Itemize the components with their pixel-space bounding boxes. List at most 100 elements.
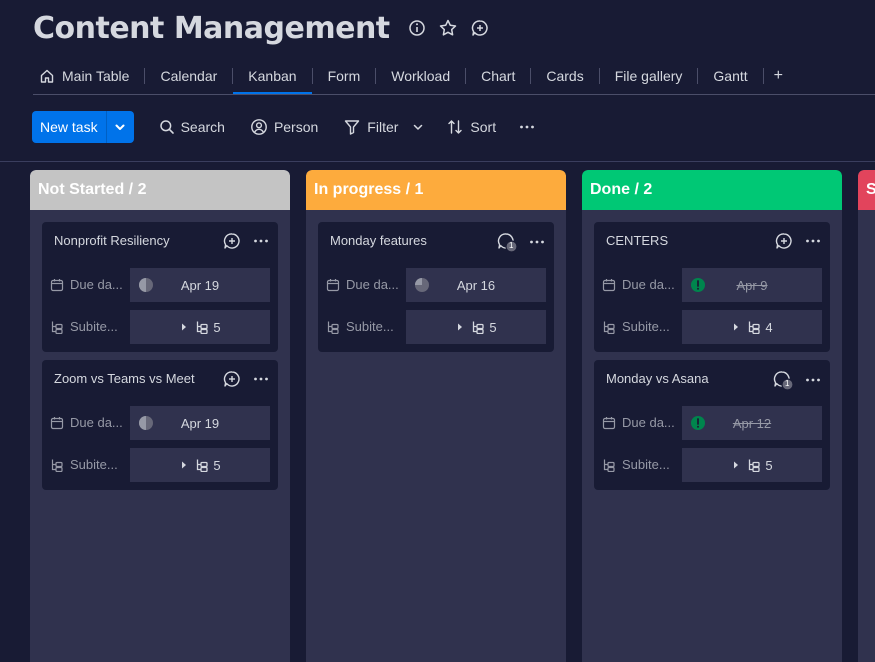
subitems-cell[interactable]: 5 [130, 310, 270, 344]
updates-icon[interactable]: 1 [772, 369, 794, 391]
sort-label: Sort [470, 119, 497, 135]
subitems-cell[interactable]: 5 [682, 448, 822, 482]
card-title[interactable]: CENTERS [606, 233, 668, 248]
subitems-count: 4 [765, 319, 773, 335]
due-date-cell[interactable]: Apr 9 [682, 268, 822, 302]
due-date-cell[interactable]: Apr 19 [130, 268, 270, 302]
more-horizontal-icon[interactable] [804, 371, 822, 389]
subitems-icon [747, 458, 761, 472]
tab-kanban[interactable]: Kanban [233, 58, 312, 94]
title-row: Content Management [33, 10, 490, 46]
sort-button[interactable]: Sort [446, 111, 496, 143]
new-task-button[interactable]: New task [32, 111, 106, 143]
more-horizontal-icon[interactable] [804, 232, 822, 250]
due-date-label: Due da... [602, 277, 675, 292]
subitems-icon [602, 320, 616, 334]
subitems-label: Subite... [50, 319, 118, 334]
tab-file-gallery[interactable]: File gallery [600, 58, 698, 94]
tab-main-table[interactable]: Main Table [33, 58, 144, 94]
column-header[interactable]: Not Started / 2 [30, 170, 290, 210]
card-title[interactable]: Zoom vs Teams vs Meet [54, 371, 195, 386]
kanban-card[interactable]: Monday features 1 Due da... Apr 16 Subit… [318, 222, 554, 352]
tab-gantt[interactable]: Gantt [698, 58, 762, 94]
due-date-value: Apr 9 [736, 277, 768, 293]
due-date-label-text: Due da... [70, 415, 123, 430]
tab-chart[interactable]: Chart [466, 58, 530, 94]
due-date-label: Due da... [50, 415, 123, 430]
tab-cards[interactable]: Cards [531, 58, 598, 94]
more-horizontal-icon[interactable] [252, 370, 270, 388]
column-header[interactable]: S [858, 170, 875, 210]
board-divider [0, 161, 875, 162]
expand-arrow-icon [179, 460, 189, 470]
search-label: Search [180, 119, 225, 135]
add-update-icon[interactable] [774, 231, 794, 251]
search-button[interactable]: Search [159, 111, 225, 143]
subitems-cell[interactable]: 5 [406, 310, 546, 344]
due-date-label-text: Due da... [622, 277, 675, 292]
kanban-card[interactable]: Monday vs Asana 1 Due da... Apr 12 Subit… [594, 360, 830, 490]
subitems-count: 5 [489, 319, 497, 335]
column-header[interactable]: In progress / 1 [306, 170, 566, 210]
person-label: Person [273, 119, 319, 135]
add-update-icon[interactable] [222, 369, 242, 389]
subitems-count: 5 [765, 457, 773, 473]
card-title[interactable]: Nonprofit Resiliency [54, 233, 170, 248]
card-title[interactable]: Monday vs Asana [606, 371, 709, 386]
updates-icon[interactable]: 1 [496, 231, 518, 253]
subitems-icon [195, 458, 209, 472]
tab-label: Workload [391, 68, 451, 84]
tab-label: Kanban [248, 68, 297, 84]
due-date-value: Apr 19 [180, 277, 220, 293]
column-title: In progress / 1 [314, 181, 424, 198]
update-count-badge: 1 [509, 241, 514, 250]
kanban-card[interactable]: CENTERS Due da... Apr 9 Subite... 4 [594, 222, 830, 352]
add-update-icon[interactable] [470, 18, 490, 38]
kanban-card[interactable]: Zoom vs Teams vs Meet Due da... Apr 19 S… [42, 360, 278, 490]
subitems-cell[interactable]: 4 [682, 310, 822, 344]
person-icon [250, 118, 268, 136]
overdue-alert-icon [690, 415, 706, 431]
card-title[interactable]: Monday features [330, 233, 427, 248]
filter-label: Filter [367, 119, 399, 135]
new-task-split-button: New task [32, 111, 134, 143]
column-header[interactable]: Done / 2 [582, 170, 842, 210]
due-date-cell[interactable]: Apr 12 [682, 406, 822, 440]
due-date-label-text: Due da... [346, 277, 399, 292]
kanban-column-done: Done / 2 CENTERS Due da... Apr 9 Subite.… [582, 170, 842, 662]
due-date-label: Due da... [326, 277, 399, 292]
subitems-label-text: Subite... [622, 319, 670, 334]
filter-button[interactable]: Filter [343, 111, 424, 143]
more-horizontal-icon[interactable] [528, 233, 546, 251]
subitems-cell[interactable]: 5 [130, 448, 270, 482]
tab-calendar[interactable]: Calendar [145, 58, 232, 94]
more-options-button[interactable] [518, 111, 536, 143]
subitems-label: Subite... [50, 457, 118, 472]
tab-form[interactable]: Form [313, 58, 376, 94]
expand-arrow-icon [179, 322, 189, 332]
column-title: Not Started / 2 [38, 181, 147, 198]
due-date-cell[interactable]: Apr 16 [406, 268, 546, 302]
add-update-icon[interactable] [222, 231, 242, 251]
search-icon [159, 119, 175, 135]
due-date-cell[interactable]: Apr 19 [130, 406, 270, 440]
due-date-value: Apr 16 [456, 277, 496, 293]
subitems-icon [326, 320, 340, 334]
chevron-down-icon[interactable] [412, 121, 424, 133]
card-actions [222, 369, 270, 389]
subitems-count: 5 [213, 457, 221, 473]
column-title: S [866, 181, 875, 198]
more-horizontal-icon[interactable] [252, 232, 270, 250]
due-date-value: Apr 19 [180, 415, 220, 431]
star-icon[interactable] [438, 18, 458, 38]
tab-workload[interactable]: Workload [376, 58, 465, 94]
subitems-label: Subite... [602, 457, 670, 472]
add-view-button[interactable]: + [764, 58, 793, 94]
overdue-alert-icon [690, 277, 706, 293]
person-filter-button[interactable]: Person [250, 111, 318, 143]
tab-label: Gantt [713, 68, 748, 84]
page-title[interactable]: Content Management [33, 11, 390, 46]
kanban-card[interactable]: Nonprofit Resiliency Due da... Apr 19 Su… [42, 222, 278, 352]
info-icon[interactable] [408, 19, 426, 37]
new-task-dropdown[interactable] [105, 111, 134, 143]
